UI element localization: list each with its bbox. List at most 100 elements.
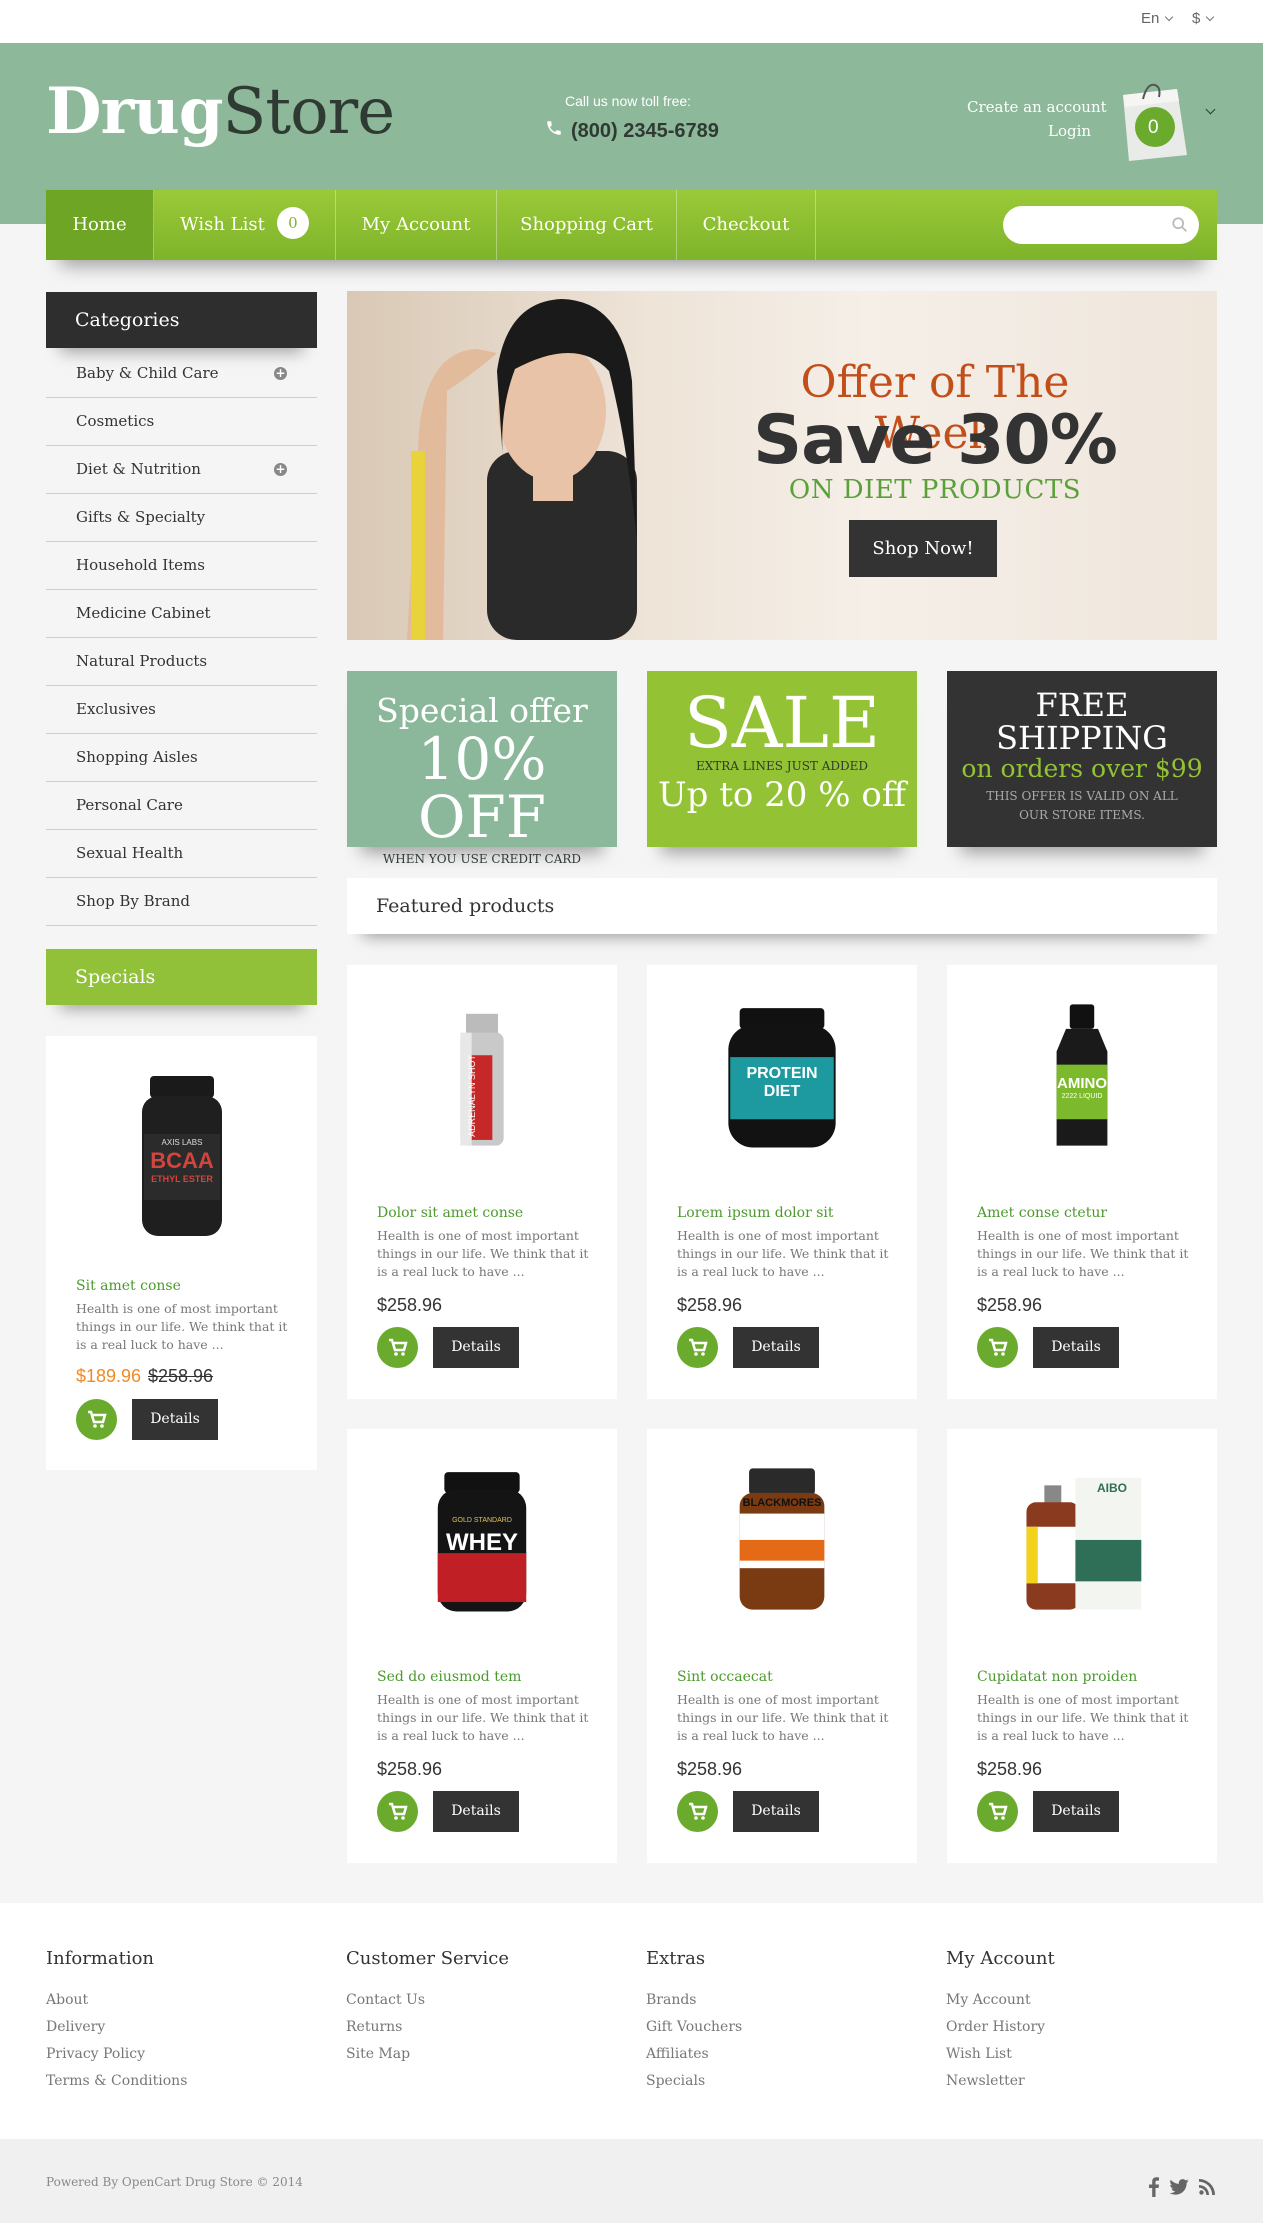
footer-link[interactable]: About: [46, 1992, 88, 2008]
details-button[interactable]: Details: [132, 1399, 218, 1440]
special-product-name[interactable]: Sit amet conse: [76, 1278, 181, 1294]
product-card: PROTEIN DIET Lorem ipsum dolor sit Health …: [647, 965, 917, 1399]
product-price: $258.96: [977, 1295, 1043, 1315]
footer-link[interactable]: Privacy Policy: [46, 2046, 145, 2062]
banner-image: [407, 299, 637, 640]
add-to-cart-button[interactable]: [977, 1791, 1018, 1832]
category-item[interactable]: Shopping Aisles: [46, 734, 317, 782]
nav-wishlist[interactable]: Wish List 0: [154, 190, 336, 260]
language-selector[interactable]: En: [1141, 10, 1174, 27]
cart-bag-button[interactable]: 0: [1115, 79, 1189, 161]
footer: Information About Delivery Privacy Policy Te…: [0, 1903, 1263, 2139]
plus-circle-icon[interactable]: +: [274, 367, 287, 380]
offer-banner[interactable]: Offer of The Week Save 30% ON DIET PRODU…: [347, 291, 1217, 640]
footer-link[interactable]: My Account: [946, 1992, 1031, 2008]
product-name[interactable]: Amet conse ctetur: [977, 1205, 1107, 1221]
add-to-cart-button[interactable]: [76, 1399, 117, 1440]
category-item[interactable]: Personal Care: [46, 782, 317, 830]
category-item[interactable]: Baby & Child Care +: [46, 350, 317, 398]
category-item[interactable]: Exclusives: [46, 686, 317, 734]
category-item[interactable]: Sexual Health: [46, 830, 317, 878]
add-to-cart-button[interactable]: [377, 1327, 418, 1368]
product-image-label: ETHYL ESTER: [151, 1174, 213, 1184]
footer-column: Information About Delivery Privacy Policy Te…: [46, 1948, 187, 2095]
product-image[interactable]: [947, 1459, 1217, 1619]
twitter-icon[interactable]: [1169, 2179, 1189, 2195]
cart-icon: [689, 1338, 708, 1356]
footer-link[interactable]: Site Map: [346, 2046, 410, 2062]
category-item[interactable]: Shop By Brand: [46, 878, 317, 926]
promo-line: on orders over $99: [961, 754, 1203, 783]
cart-icon: [989, 1338, 1008, 1356]
special-product-card: AXIS LABS BCAA ETHYL ESTER Sit amet cons…: [46, 1036, 317, 1470]
footer-link[interactable]: Order History: [946, 2019, 1045, 2035]
add-to-cart-button[interactable]: [377, 1791, 418, 1832]
footer-column-title: Information: [46, 1948, 155, 1969]
details-button[interactable]: Details: [433, 1327, 519, 1368]
banner-line2: Save 30%: [753, 401, 1118, 480]
add-to-cart-button[interactable]: [677, 1791, 718, 1832]
product-name[interactable]: Sed do eiusmod tem: [377, 1669, 521, 1685]
footer-link[interactable]: Contact Us: [346, 1992, 425, 2008]
promo-free-shipping[interactable]: FREE SHIPPING on orders over $99 THIS OF…: [947, 671, 1217, 847]
product-name[interactable]: Sint occaecat: [677, 1669, 773, 1685]
category-item[interactable]: Gifts & Specialty: [46, 494, 317, 542]
product-name[interactable]: Dolor sit amet conse: [377, 1205, 523, 1221]
product-name[interactable]: Lorem ipsum dolor sit: [677, 1205, 834, 1221]
category-item[interactable]: Medicine Cabinet: [46, 590, 317, 638]
footer-link[interactable]: Brands: [646, 1992, 697, 2008]
details-button[interactable]: Details: [1033, 1327, 1119, 1368]
details-button[interactable]: Details: [1033, 1791, 1119, 1832]
promo-sale[interactable]: SALE EXTRA LINES JUST ADDED Up to 20 % o…: [647, 671, 917, 847]
footer-link[interactable]: Gift Vouchers: [646, 2019, 742, 2035]
facebook-icon[interactable]: [1149, 2177, 1159, 2197]
category-item[interactable]: Cosmetics: [46, 398, 317, 446]
category-item[interactable]: Natural Products: [46, 638, 317, 686]
add-to-cart-button[interactable]: [977, 1327, 1018, 1368]
plus-circle-icon[interactable]: +: [274, 463, 287, 476]
login-link[interactable]: Login: [1048, 122, 1091, 140]
nav-my-account[interactable]: My Account: [336, 190, 497, 260]
phone-icon: [547, 121, 561, 135]
store-logo[interactable]: DrugStore: [46, 80, 395, 145]
search-icon[interactable]: [1171, 216, 1189, 234]
nav-shopping-cart[interactable]: Shopping Cart: [497, 190, 677, 260]
wishlist-count-badge: 0: [276, 207, 309, 239]
product-image[interactable]: [647, 1459, 917, 1619]
details-button[interactable]: Details: [733, 1327, 819, 1368]
footer-link[interactable]: Affiliates: [646, 2046, 709, 2062]
product-desc: Health is one of most important things i…: [677, 1692, 889, 1743]
add-to-cart-button[interactable]: [677, 1327, 718, 1368]
cart-icon: [689, 1802, 708, 1820]
shop-now-button[interactable]: Shop Now!: [849, 520, 997, 577]
product-image-label: ADRENALYN SHOT: [467, 1055, 477, 1137]
rss-icon[interactable]: [1199, 2179, 1215, 2195]
nav-checkout[interactable]: Checkout: [677, 190, 816, 260]
currency-selector[interactable]: $: [1192, 10, 1215, 27]
special-product-desc: Health is one of most important things i…: [76, 1301, 288, 1352]
category-label: Diet & Nutrition: [76, 460, 201, 478]
footer-link[interactable]: Wish List: [946, 2046, 1012, 2062]
special-price-old: $258.96: [148, 1366, 214, 1386]
chevron-down-icon[interactable]: [1205, 104, 1216, 115]
footer-link[interactable]: Specials: [646, 2073, 705, 2089]
promo-line: SALE: [683, 682, 881, 764]
footer-link[interactable]: Delivery: [46, 2019, 105, 2035]
category-item[interactable]: Diet & Nutrition +: [46, 446, 317, 494]
details-button[interactable]: Details: [733, 1791, 819, 1832]
footer-link[interactable]: Returns: [346, 2019, 402, 2035]
product-desc: Health is one of most important things i…: [377, 1692, 589, 1743]
footer-link[interactable]: Newsletter: [946, 2073, 1025, 2089]
footer-link[interactable]: Terms & Conditions: [46, 2073, 187, 2089]
category-item[interactable]: Household Items: [46, 542, 317, 590]
category-label: Medicine Cabinet: [76, 604, 211, 622]
details-button[interactable]: Details: [433, 1791, 519, 1832]
promo-credit-card[interactable]: Special offer 10% OFF WHEN YOU USE CREDI…: [347, 671, 617, 866]
search-input[interactable]: [1003, 206, 1199, 244]
nav-home[interactable]: Home: [46, 190, 154, 260]
product-name[interactable]: Cupidatat non proiden: [977, 1669, 1137, 1685]
product-image-label: AXIS LABS: [161, 1138, 203, 1147]
product-card: AMINO 2222 LIQUID Amet conse ctetur Health…: [947, 965, 1217, 1399]
promo-line: SHIPPING: [996, 719, 1168, 757]
create-account-link[interactable]: Create an account: [967, 98, 1107, 116]
